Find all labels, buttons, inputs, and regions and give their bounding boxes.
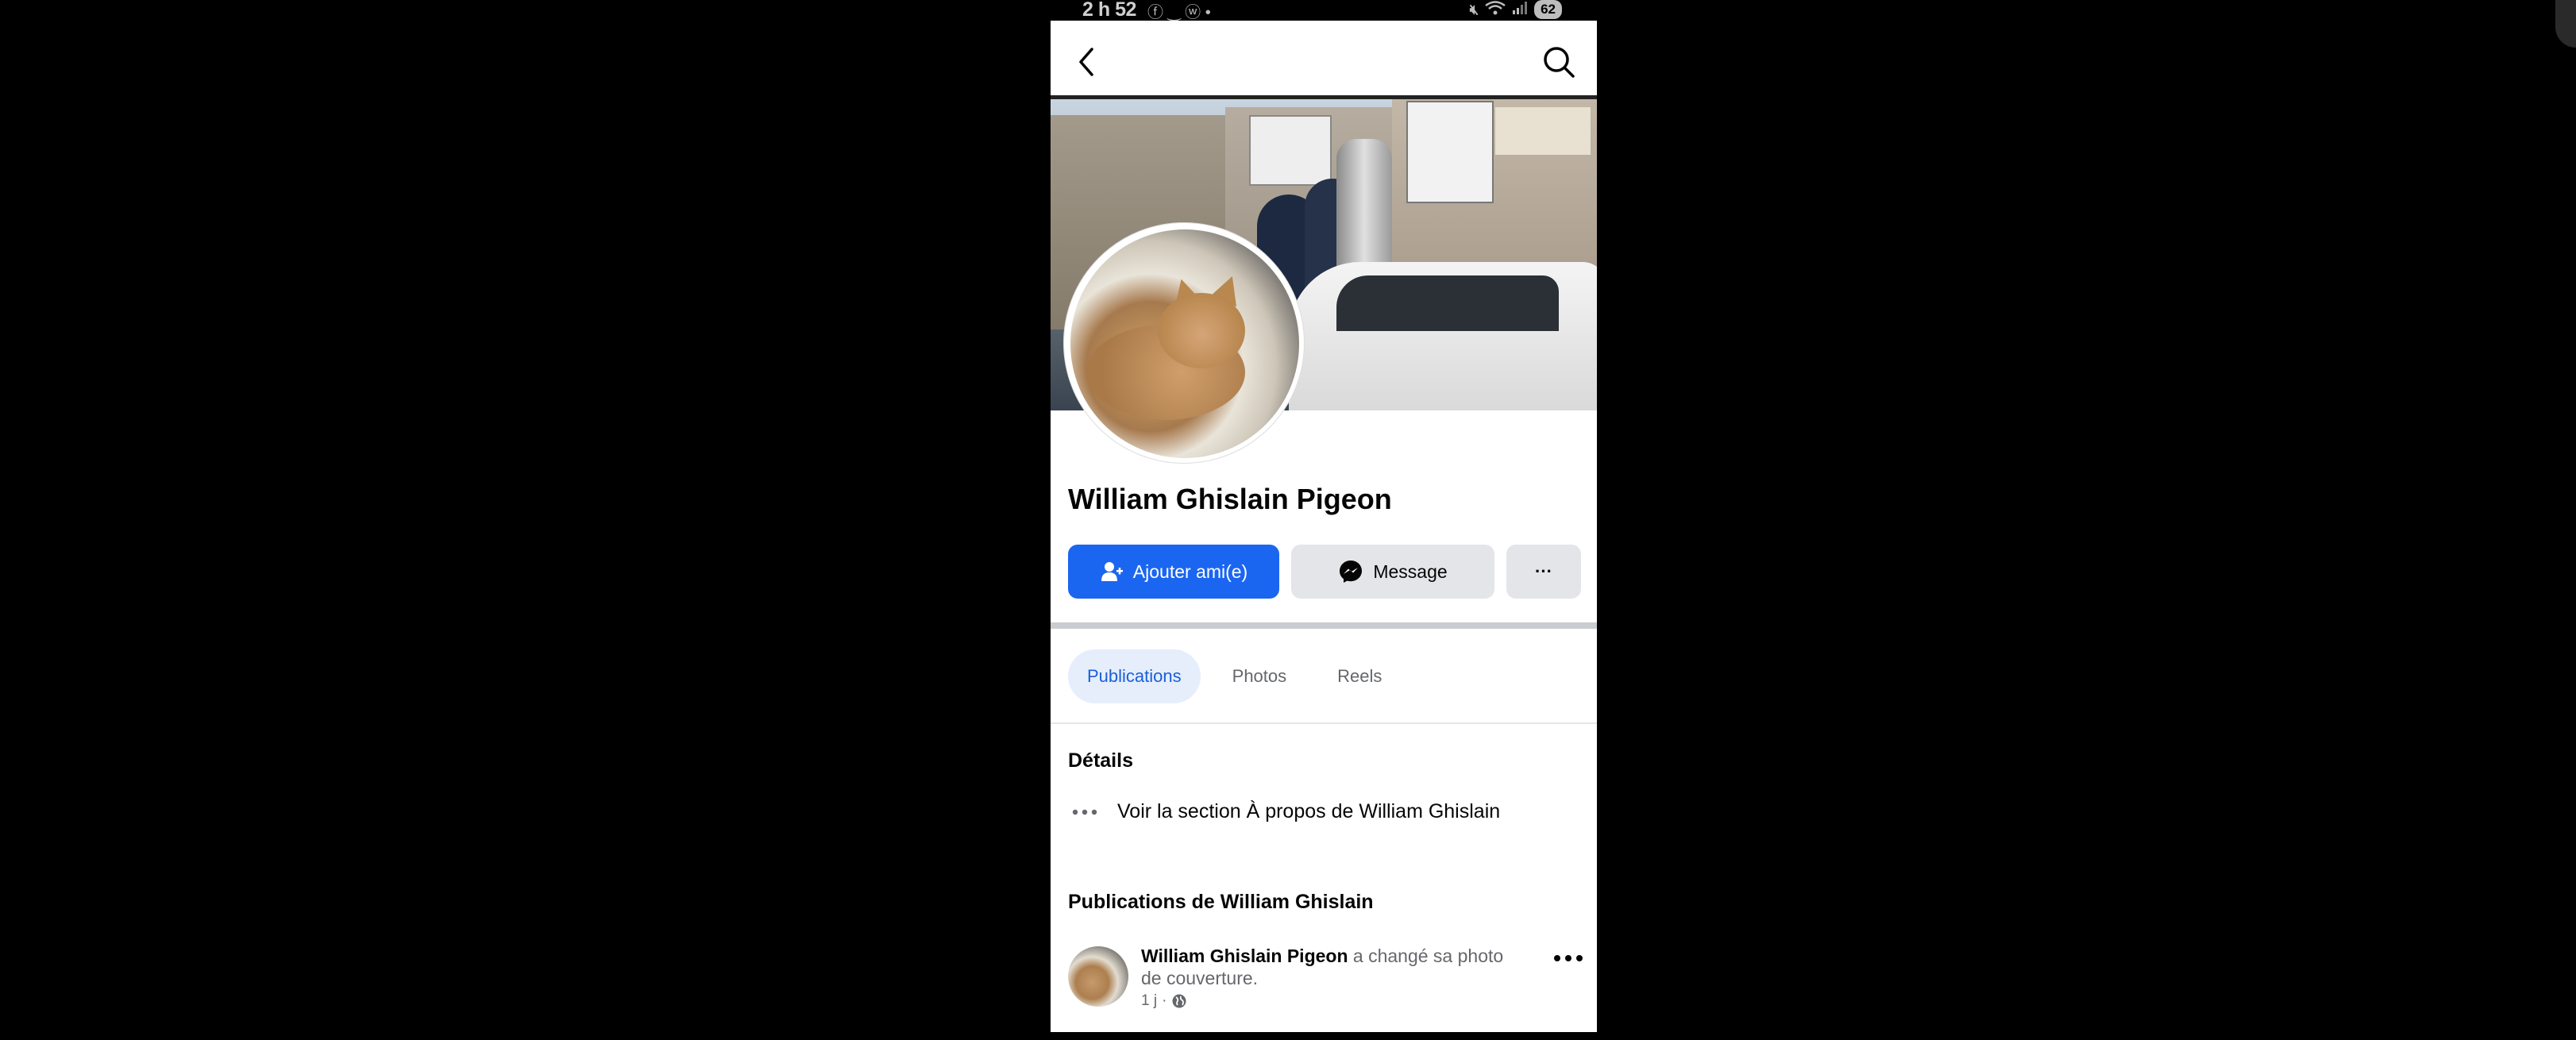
messenger-icon	[1340, 560, 1363, 583]
post-time[interactable]: 1 j	[1141, 992, 1157, 1010]
status-indicators: 🔇︎ 62	[1470, 0, 1562, 19]
status-bar: 2 h 52 ⓕ ‿ ⓦ • 🔇︎ 62	[1051, 0, 1597, 21]
mute-icon: 🔇︎	[1469, 1, 1479, 17]
ellipsis-icon	[1554, 955, 1583, 961]
post-author[interactable]: William Ghislain Pigeon	[1141, 946, 1348, 966]
window-edge	[2555, 0, 2576, 48]
post-headline: William Ghislain Pigeon a changé sa phot…	[1141, 945, 1514, 989]
add-friend-label: Ajouter ami(e)	[1132, 560, 1248, 582]
profile-tabs: Publications Photos Reels	[1068, 649, 1401, 703]
post-meta-separator: ·	[1162, 992, 1167, 1009]
more-label: ···	[1535, 561, 1552, 581]
globe-icon	[1172, 994, 1186, 1008]
message-button[interactable]: Message	[1291, 545, 1494, 599]
tab-reels[interactable]: Reels	[1318, 649, 1401, 703]
post-options-button[interactable]	[1552, 953, 1584, 969]
add-friend-button[interactable]: Ajouter ami(e)	[1068, 545, 1279, 599]
post-meta: 1 j ·	[1141, 992, 1187, 1010]
top-nav-bar	[1051, 21, 1597, 99]
details-title: Détails	[1068, 749, 1133, 772]
tabs-divider	[1051, 722, 1597, 724]
wifi-icon	[1485, 0, 1506, 19]
phone-screen: 2 h 52 ⓕ ‿ ⓦ • 🔇︎ 62 William Ghislain Pi…	[1051, 0, 1597, 1032]
tab-publications[interactable]: Publications	[1068, 649, 1201, 703]
chevron-left-icon	[1079, 48, 1093, 76]
post-avatar[interactable]	[1068, 946, 1128, 1007]
ellipsis-icon	[1072, 809, 1097, 815]
back-button[interactable]	[1071, 46, 1103, 78]
profile-name: William Ghislain Pigeon	[1068, 483, 1392, 515]
message-label: Message	[1373, 560, 1448, 582]
notification-icons: ⓕ ‿ ⓦ •	[1147, 4, 1211, 21]
more-options-button[interactable]: ···	[1506, 545, 1581, 599]
post-item: William Ghislain Pigeon a changé sa phot…	[1068, 946, 1584, 1018]
add-person-icon	[1101, 562, 1123, 581]
status-time: 2 h 52	[1082, 0, 1136, 21]
section-divider	[1051, 622, 1597, 629]
avatar	[1070, 229, 1299, 458]
about-link[interactable]: Voir la section À propos de William Ghis…	[1071, 800, 1500, 823]
signal-icon	[1512, 1, 1528, 19]
posts-section-title: Publications de William Ghislain	[1068, 891, 1374, 913]
search-button[interactable]	[1541, 44, 1576, 79]
profile-picture[interactable]	[1063, 222, 1305, 464]
search-icon	[1544, 47, 1575, 78]
about-link-label: Voir la section À propos de William Ghis…	[1117, 800, 1501, 822]
tab-photos[interactable]: Photos	[1213, 649, 1306, 703]
battery-indicator: 62	[1534, 0, 1562, 19]
profile-actions: Ajouter ami(e) Message ···	[1068, 545, 1581, 599]
